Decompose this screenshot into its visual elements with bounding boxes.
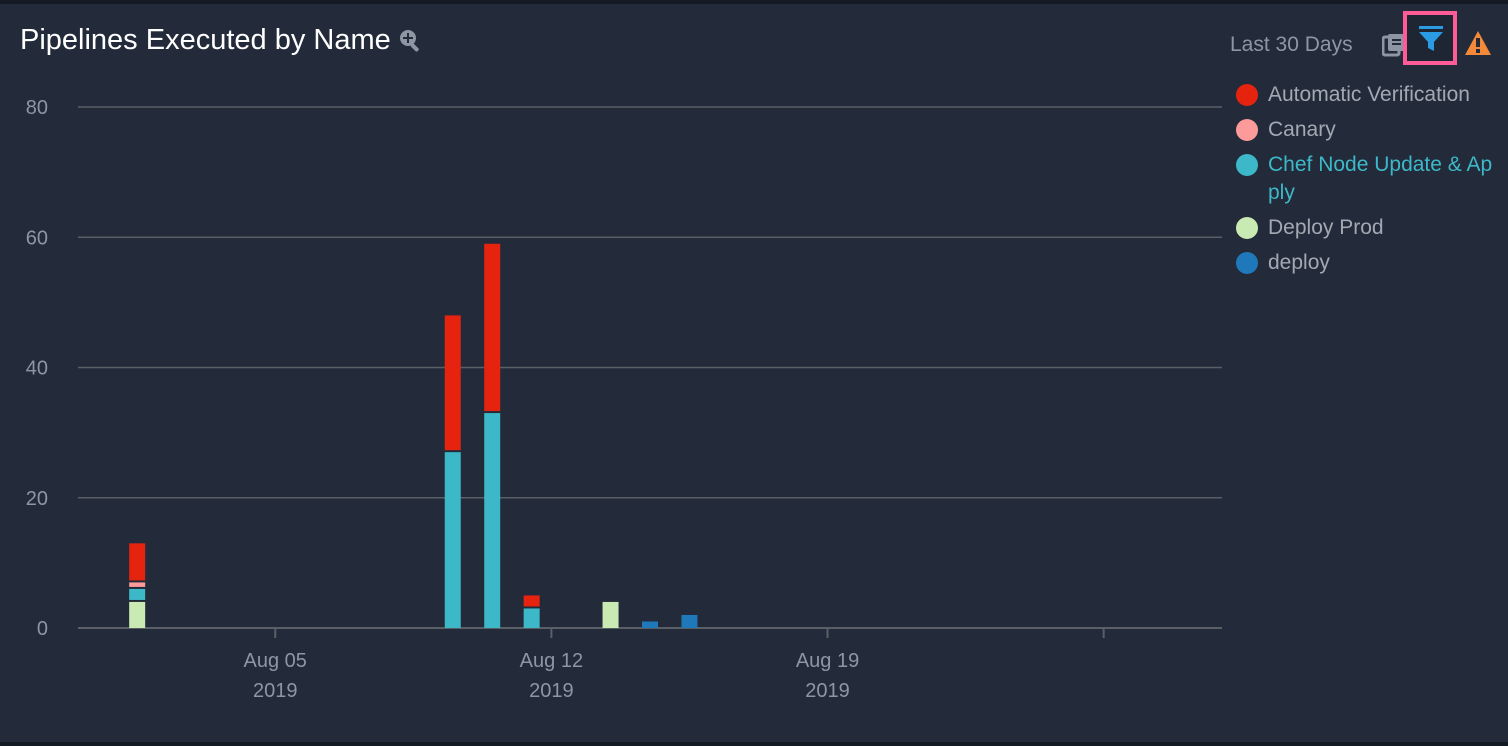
legend-label: Deploy Prod bbox=[1268, 216, 1384, 239]
filter-icon bbox=[1417, 24, 1445, 59]
x-tick-label: Aug 05 bbox=[244, 650, 307, 672]
legend-swatch bbox=[1236, 217, 1258, 239]
legend-item-chef-node-update-apply[interactable]: Chef Node Update & Apply bbox=[1236, 153, 1498, 207]
bar-segment: Automatic Verification: 21 bbox=[444, 315, 461, 451]
x-tick-label: Aug 19 bbox=[796, 650, 859, 672]
x-tick-label: Aug 12 bbox=[520, 650, 583, 672]
legend-item-deploy-prod[interactable]: Deploy Prod bbox=[1236, 216, 1498, 242]
y-tick-label: 0 bbox=[37, 618, 48, 640]
bar-segment: Deploy Prod: 4 bbox=[129, 601, 146, 628]
legend-label: deploy bbox=[1268, 251, 1330, 274]
legend-item-canary[interactable]: Canary bbox=[1236, 118, 1498, 144]
legend-swatch bbox=[1236, 154, 1258, 176]
legend-swatch bbox=[1236, 252, 1258, 274]
bar-segment: Chef Node Update & Apply: 3 bbox=[523, 608, 540, 628]
bar-segment: Deploy Prod: 4 bbox=[602, 601, 619, 628]
bar-segment: deploy: 2 bbox=[681, 614, 698, 628]
y-tick-label: 60 bbox=[26, 227, 48, 249]
bar-segment: Canary: 1 bbox=[129, 582, 146, 587]
legend-item-automatic-verification[interactable]: Automatic Verification bbox=[1236, 83, 1498, 109]
bar-segment: deploy: 1 bbox=[642, 621, 658, 628]
bar-segment: Automatic Verification: 2 bbox=[523, 595, 540, 607]
y-tick-label: 20 bbox=[26, 488, 48, 510]
bar-segment: Chef Node Update & Apply: 27 bbox=[444, 452, 461, 628]
time-range-label[interactable]: Last 30 Days bbox=[1230, 33, 1353, 57]
legend-label: Automatic Verification bbox=[1268, 83, 1470, 106]
legend-item-deploy[interactable]: deploy bbox=[1236, 251, 1498, 277]
bar-segment: Automatic Verification: 26 bbox=[484, 243, 501, 412]
bar-segment: Automatic Verification: 6 bbox=[129, 543, 146, 581]
legend-label: Canary bbox=[1268, 118, 1336, 141]
warning-icon[interactable] bbox=[1464, 30, 1492, 61]
legend-swatch bbox=[1236, 119, 1258, 141]
stacked-bar-chart: Deploy Prod: 4Chef Node Update & Apply: … bbox=[26, 97, 1222, 702]
bar-segment: Chef Node Update & Apply: 33 bbox=[484, 413, 501, 628]
bottom-border bbox=[0, 742, 1508, 746]
legend-label: Chef Node Update & Apply bbox=[1268, 153, 1493, 204]
x-tick-sublabel: 2019 bbox=[253, 680, 298, 702]
bar-segment: Chef Node Update & Apply: 2 bbox=[129, 588, 146, 600]
chart-legend: Automatic Verification Canary Chef Node … bbox=[1236, 83, 1498, 287]
filter-button[interactable] bbox=[1403, 11, 1457, 65]
y-tick-label: 40 bbox=[26, 358, 48, 380]
legend-swatch bbox=[1236, 84, 1258, 106]
x-tick-sublabel: 2019 bbox=[805, 680, 850, 702]
y-tick-label: 80 bbox=[26, 97, 48, 119]
x-tick-sublabel: 2019 bbox=[529, 680, 574, 702]
